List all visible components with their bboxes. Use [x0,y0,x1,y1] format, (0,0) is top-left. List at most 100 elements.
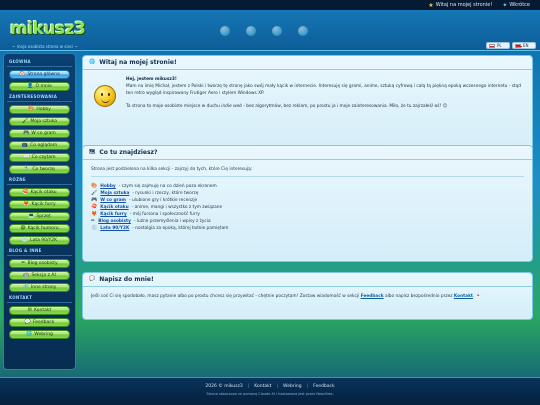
footer-links: 2026 © mikusz3 | Kontakt | Webring | Fee… [0,384,540,389]
palette-icon: 🎨 [28,106,35,112]
section-link[interactable]: Kącik furry [100,211,127,218]
contact-panel-title: Napisz do mnie! [99,276,154,283]
sidebar-item[interactable]: ✉ Kontakt [9,306,70,315]
welcome-greeting: Hej, jestem mikusz3! [126,77,177,82]
sidebar-divider [7,255,72,256]
palette-icon: 🎨 [91,183,98,189]
sidebar-item[interactable]: 💻 Sprzęt [9,212,70,221]
sidebar-section-label: BLOG & INNE [9,248,42,253]
site-logo[interactable]: mikusz3 [10,19,86,39]
sidebar-item[interactable]: 🎨 Hobby [9,105,70,114]
sidebar-item[interactable]: 🍣 Kącik otaku [9,188,70,197]
person-icon: 👤 [27,83,34,89]
lang-en-button[interactable]: EN [512,42,536,49]
section-list: 🎨 Hobby - czym się zajmuję na co dzień po… [91,183,524,232]
computer-icon: 💻 [28,213,35,219]
poland-flag-icon [489,43,495,48]
sushi-icon: 🍣 [22,189,29,195]
sidebar-item[interactable]: ✏ Blog osobisty [9,259,70,268]
sidebar-item-label: Sekcja z AI [31,273,56,278]
sidebar-item[interactable]: 🔗 Inne strony [9,283,70,292]
bubble-icon [298,26,308,36]
sections-panel-title: Co tu znajdziesz? [99,149,158,156]
feedback-link[interactable]: Feedback [361,294,384,299]
welcome-intro: Hej, jestem mikusz3! Mam na imię Michał,… [126,76,526,110]
sidebar-item[interactable]: 🤖 Sekcja z AI [9,271,70,280]
link-icon: 🔗 [22,284,29,290]
footer-link-webring[interactable]: Webring [283,384,302,389]
welcome-paragraph: Mam na imię Michał, jestem z Polski i tw… [126,84,521,96]
brush-icon: 🖌 [21,118,29,124]
contact-panel-header: 💬 Napisz do mnie! [83,273,532,287]
sidebar-item[interactable]: 🎮 W co gram [9,129,70,138]
sidebar-item[interactable]: 📺 Co oglądam [9,141,70,150]
indie-text-after: - bez algorytmów, bez reklam, po prostu … [241,104,448,109]
sidebar-item-label: Moja sztuka [30,119,58,124]
sidebar-item[interactable]: 💬 Feedback [9,318,70,327]
section-description: - anime, mangi i wszystko z tym związane [131,205,223,210]
sidebar-item-label: Lata 90/Y2K [30,238,58,243]
contact-link[interactable]: Kontakt [454,294,473,299]
gamepad-icon: 🎮 [91,197,98,203]
sidebar-item-label: Co tworzę [32,167,55,172]
sidebar-item-label: W co gram [31,131,56,136]
sidebar-item[interactable]: 🔧 Co tworzę [9,165,70,174]
section-link[interactable]: Kącik otaku [100,204,128,211]
indie-text-before: Ta strona to moje osobiste miejsce w duc… [126,104,222,109]
sidebar-item[interactable]: 🏠 Strona główna [9,70,70,79]
site-footer: 2026 © mikusz3 | Kontakt | Webring | Fee… [0,377,540,405]
section-link[interactable]: Hobby [100,183,116,190]
bubble-icon [220,26,230,36]
sidebar-item-label: Blog osobisty [27,261,58,266]
footer-link-kontakt[interactable]: Kontakt [254,384,271,389]
soon-link[interactable]: ✦ Wkrótce [502,2,530,9]
paw-icon: 🦊 [91,211,98,217]
disc-icon: 💿 [91,225,98,231]
section-link[interactable]: Blog osobisty [98,218,131,225]
globe-icon: 🌐 [89,59,96,65]
section-description: - ulubione gry i krótkie recenzje [129,198,198,203]
sidebar-item[interactable]: 🦊 Kącik furry [9,200,70,209]
sidebar-divider [7,184,72,185]
sidebar-item[interactable]: 💿 Lata 90/Y2K [9,236,70,245]
sidebar-divider [7,66,72,67]
footer-link-feedback[interactable]: Feedback [313,384,334,389]
list-item: 🎨 Hobby - czym się zajmuję na co dzień po… [91,183,524,190]
welcome-note: ★ Witaj na mojej stronie! [428,2,492,9]
sidebar-item[interactable]: 🌐 Webring [9,330,70,339]
paw-icon: 🦊 [23,201,30,207]
sections-intro: Strona jest podzielona na kilka sekcji -… [91,167,253,172]
disc-icon: 💿 [21,237,29,243]
contact-text-mid: albo napisz bezpośrednio przez [383,294,454,299]
sidebar-item[interactable]: 😄 Kącik humoru [9,224,70,233]
sidebar-item[interactable]: 📖 Co czytam [9,153,70,162]
wrench-icon: 🔧 [24,166,31,172]
section-description: - mój fursona i społeczność furry [129,212,200,217]
sidebar-item-label: Co oglądam [30,143,58,148]
welcome-text: Witaj na mojej stronie! [435,2,493,8]
footer-separator: | [276,384,279,389]
sidebar-item-label: O mnie [35,84,52,89]
section-link[interactable]: Lata 90/Y2K [100,225,129,232]
sections-panel-body: Strona jest podzielona na kilka sekcji -… [83,160,532,238]
decorative-bubbles [220,26,308,36]
sections-panel: 🗺 Co tu znajdziesz? Strona jest podzielo… [82,145,533,262]
tv-icon: 📺 [21,142,29,148]
footer-credits: Strona stworzona ze pomocą Claude AI i h… [206,392,334,396]
sidebar-item[interactable]: 🖌 Moja sztuka [9,117,70,126]
section-link[interactable]: Moja sztuka [100,190,129,197]
welcome-panel-title: Witaj na mojej stronie! [99,59,177,66]
sidebar-item-label: Kontakt [33,308,52,313]
lang-pl-button[interactable]: PL [486,42,510,49]
lang-pl-label: PL [497,43,502,48]
site-header: mikusz3 ~ moja osobista strona w sieci ~… [0,10,540,51]
section-description: - nostalgia za epoką, której ładnie pami… [132,226,229,231]
sidebar-item-label: Inne strony [30,285,57,290]
uk-flag-icon [515,43,522,48]
list-item: ✏ Blog osobisty - luźne przemyślenia i wp… [91,218,524,225]
section-link[interactable]: W co gram [100,197,126,204]
sidebar-item[interactable]: 👤 O mnie [9,82,70,91]
sidebar-section-label: RÓŻNE [9,177,26,182]
indie-web-em: indie web [221,104,242,109]
section-description: - rysunki i rzeczy, które tworzę [132,191,199,196]
